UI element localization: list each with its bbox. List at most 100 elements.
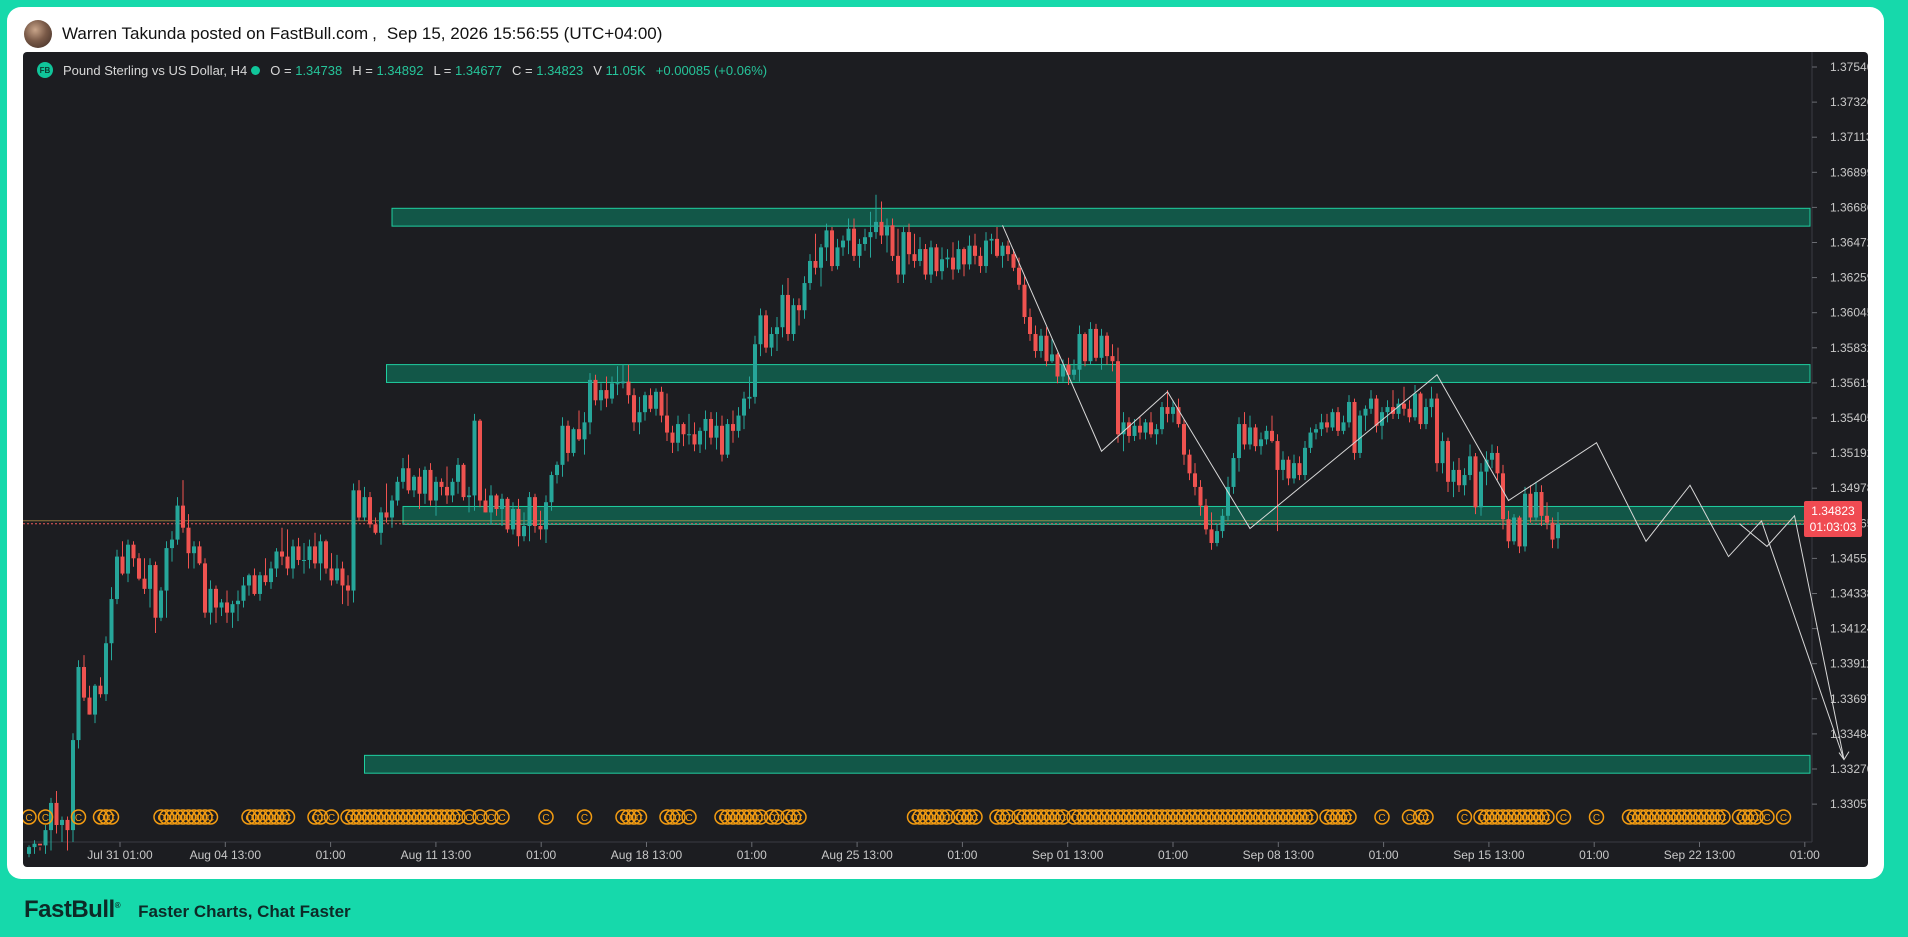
candle-body[interactable] [1264,430,1269,440]
candle-body[interactable] [170,539,174,549]
candle-body[interactable] [467,495,471,498]
candle-body[interactable] [692,434,697,445]
candle-body[interactable] [786,294,790,335]
candle-body[interactable] [560,425,565,465]
candle-body[interactable] [258,575,262,594]
candle-body[interactable] [1044,335,1049,362]
candle-body[interactable] [1440,441,1445,464]
candle-body[interactable] [1116,361,1120,435]
candle-body[interactable] [1165,407,1170,414]
candle-body[interactable] [995,238,999,256]
candle-body[interactable] [1077,334,1082,370]
candle-body[interactable] [1407,408,1412,418]
candle-body[interactable] [1451,469,1456,482]
candle-body[interactable] [1545,515,1549,523]
candle-body[interactable] [395,481,400,501]
candle-body[interactable] [681,424,686,435]
candle-body[interactable] [780,294,785,328]
symbol-name[interactable]: Pound Sterling vs US Dollar, H4 [63,63,247,78]
candle-body[interactable] [324,541,328,569]
candle-body[interactable] [1055,354,1060,377]
candle-body[interactable] [604,390,609,399]
candle-body[interactable] [956,249,961,270]
candle-body[interactable] [1435,398,1439,464]
candle-body[interactable] [1336,412,1340,431]
candle-body[interactable] [885,225,889,236]
candle-body[interactable] [720,425,724,455]
candle-body[interactable] [879,221,884,236]
candle-body[interactable] [841,240,845,248]
candle-body[interactable] [654,391,658,409]
candle-body[interactable] [764,315,768,348]
candle-body[interactable] [500,498,504,510]
candle-body[interactable] [1011,254,1016,268]
candle-body[interactable] [1182,424,1186,455]
candle-body[interactable] [1138,425,1142,433]
candle-body[interactable] [659,391,664,416]
candle-body[interactable] [1281,459,1285,470]
candle-body[interactable] [1000,245,1005,256]
candle-body[interactable] [1110,356,1115,362]
candle-body[interactable] [203,563,207,613]
candle-body[interactable] [104,643,108,695]
candle-body[interactable] [1248,427,1252,445]
candle-body[interactable] [1490,452,1494,460]
candle-body[interactable] [131,544,136,559]
candle-body[interactable] [1314,429,1318,433]
candle-body[interactable] [555,464,559,476]
candle-body[interactable] [357,490,361,518]
candle-body[interactable] [1462,475,1467,486]
candle-body[interactable] [197,546,202,564]
candle-body[interactable] [335,568,339,581]
candle-body[interactable] [808,260,812,284]
candle-body[interactable] [505,498,510,530]
price-chart[interactable]: 1.37540 1.37326 1.37113 1.36899 1.36686 1.364… [23,52,1868,867]
candle-body[interactable] [186,527,191,554]
candle-body[interactable] [263,575,268,583]
candle-body[interactable] [813,260,818,268]
candle-body[interactable] [1550,522,1555,540]
candle-body[interactable] [940,259,944,272]
candle-body[interactable] [302,559,306,561]
candle-body[interactable] [643,395,647,413]
candle-body[interactable] [753,344,757,397]
candle-body[interactable] [907,232,911,255]
candle-body[interactable] [109,599,114,644]
candle-body[interactable] [731,424,735,431]
candle-body[interactable] [153,565,158,618]
candle-body[interactable] [241,585,246,601]
candle-body[interactable] [214,588,218,608]
candle-body[interactable] [1369,398,1373,409]
candle-body[interactable] [423,469,427,494]
candle-body[interactable] [1539,492,1544,516]
candle-body[interactable] [32,843,37,848]
candle-body[interactable] [973,245,977,256]
candle-body[interactable] [1171,407,1175,414]
candle-body[interactable] [1556,523,1560,539]
candle-body[interactable] [428,469,433,501]
candle-body[interactable] [93,685,97,715]
candle-body[interactable] [181,505,185,528]
author-line[interactable]: Warren Takunda posted on FastBull.com [62,24,368,44]
candle-body[interactable] [945,257,950,260]
candle-body[interactable] [175,505,180,540]
candle-body[interactable] [307,546,312,560]
candle-body[interactable] [1198,486,1203,506]
candle-body[interactable] [582,422,587,440]
candle-body[interactable] [225,602,229,613]
candle-body[interactable] [918,249,922,261]
candle-body[interactable] [1006,245,1010,255]
candle-body[interactable] [857,243,862,256]
candle-body[interactable] [549,475,554,503]
candle-body[interactable] [1413,393,1417,418]
candle-body[interactable] [775,327,779,335]
candle-body[interactable] [901,232,906,275]
candle-body[interactable] [1237,424,1241,459]
candle-body[interactable] [978,255,983,267]
candle-body[interactable] [868,232,873,238]
candle-body[interactable] [863,237,867,244]
candle-body[interactable] [1512,517,1516,542]
candle-body[interactable] [802,283,807,311]
supply-demand-zone[interactable] [364,754,1811,774]
candle-body[interactable] [401,468,405,482]
